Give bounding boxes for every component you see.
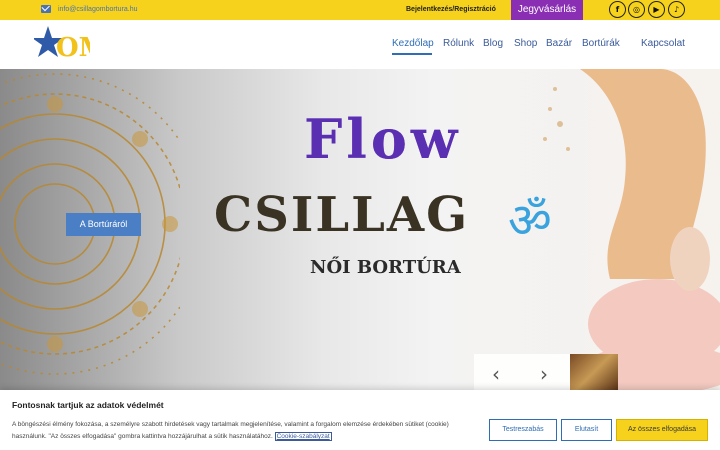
hero-brand: CSILLAG [214,187,470,243]
accept-all-button[interactable]: Az összes elfogadása [616,419,708,441]
about-tour-button[interactable]: A Bortúráról [66,213,141,236]
nav-active-underline [392,53,432,55]
nav-item-home[interactable]: Kezdőlap [392,38,434,49]
slider-nav: ‹ › [474,354,570,390]
top-bar: info@csillagombortura.hu Bejelentkezés/R… [0,0,720,20]
mail-icon [41,5,51,13]
facebook-icon[interactable]: f [609,1,626,18]
cookie-text: A böngészési élmény fokozása, a személyr… [12,419,482,443]
meditating-woman-illustration [543,69,720,390]
ticket-button[interactable]: Jegyvásárlás [511,0,583,20]
reject-button[interactable]: Elutasít [561,419,612,441]
login-register-link[interactable]: Bejelentkezés/Regisztráció [406,6,496,13]
chevron-right-icon[interactable]: › [540,362,548,386]
site-header: OM Kezdőlap Rólunk Blog Shop Bazár Bortú… [0,20,720,69]
nav-item-bazaar[interactable]: Bazár [546,38,572,49]
instagram-icon[interactable]: ◎ [628,1,645,18]
logo-text: OM [56,33,90,63]
cookie-banner: Fontosnak tartjuk az adatok védelmét A b… [0,390,720,450]
cookie-description: A böngészési élmény fokozása, a személyr… [12,421,449,440]
nav-item-contact[interactable]: Kapcsolat [641,38,685,49]
cookie-policy-link[interactable]: Cookie-szabályzat [274,432,332,441]
site-logo[interactable]: OM [32,24,107,64]
nav-item-shop[interactable]: Shop [514,38,537,49]
hero-headline: Flow [304,107,462,171]
slider-thumbnail[interactable] [570,354,618,390]
youtube-icon[interactable]: ▶ [648,1,665,18]
tiktok-icon[interactable]: ♪ [668,1,685,18]
customize-button[interactable]: Testreszabás [489,419,557,441]
hero-subtitle: NŐI BORTÚRA [310,257,461,278]
nav-item-wine-tours[interactable]: Bortúrák [582,38,620,49]
email-link[interactable]: info@csillagombortura.hu [58,6,137,13]
chevron-left-icon[interactable]: ‹ [492,362,500,386]
nav-item-blog[interactable]: Blog [483,38,503,49]
nav-item-about[interactable]: Rólunk [443,38,474,49]
cookie-title: Fontosnak tartjuk az adatok védelmét [12,400,164,410]
hero-slider: A Bortúráról Flow CSILLAG ॐ NŐI BORTÚRA … [0,69,720,390]
